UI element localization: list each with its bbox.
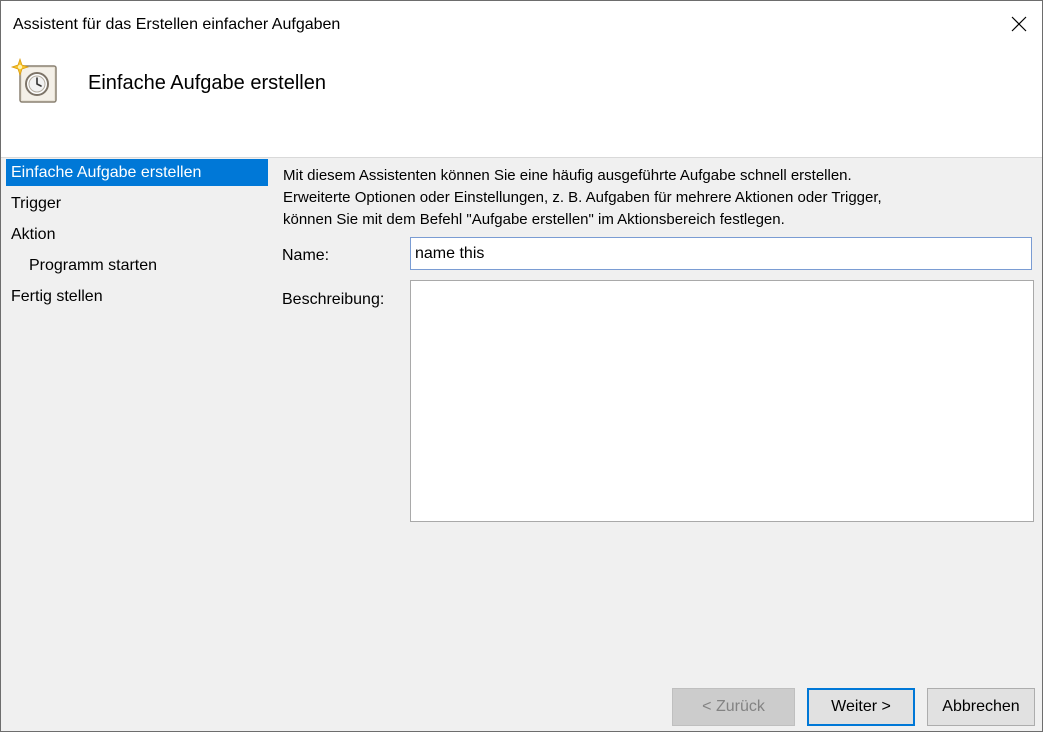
- page-title: Einfache Aufgabe erstellen: [88, 72, 326, 94]
- wizard-dialog: Assistent für das Erstellen einfacher Au…: [0, 0, 1043, 732]
- close-button[interactable]: [996, 1, 1042, 47]
- intro-line: Erweiterte Optionen oder Einstellungen, …: [283, 189, 882, 206]
- next-button[interactable]: Weiter >: [807, 688, 915, 726]
- name-input[interactable]: [410, 237, 1032, 270]
- intro-text: Mit diesem Assistenten können Sie eine h…: [283, 165, 1033, 231]
- cancel-button[interactable]: Abbrechen: [927, 688, 1035, 726]
- back-button[interactable]: < Zurück: [672, 688, 795, 726]
- step-trigger[interactable]: Trigger: [6, 190, 268, 217]
- wizard-header: Einfache Aufgabe erstellen: [1, 49, 1042, 158]
- window-title: Assistent für das Erstellen einfacher Au…: [13, 16, 341, 33]
- step-simple-task[interactable]: Einfache Aufgabe erstellen: [6, 159, 268, 186]
- wizard-step-list: Einfache Aufgabe erstellen Trigger Aktio…: [6, 159, 268, 314]
- step-start-program[interactable]: Programm starten: [6, 252, 268, 279]
- intro-line: können Sie mit dem Befehl "Aufgabe erste…: [283, 211, 785, 228]
- name-label: Name:: [282, 247, 330, 264]
- wizard-content: Mit diesem Assistenten können Sie eine h…: [283, 165, 1033, 231]
- description-input[interactable]: [410, 280, 1034, 522]
- close-icon: [1011, 16, 1027, 32]
- description-label: Beschreibung:: [282, 291, 385, 308]
- step-finish[interactable]: Fertig stellen: [6, 283, 268, 310]
- step-action[interactable]: Aktion: [6, 221, 268, 248]
- title-bar: Assistent für das Erstellen einfacher Au…: [1, 1, 1042, 49]
- intro-line: Mit diesem Assistenten können Sie eine h…: [283, 167, 852, 184]
- task-scheduler-clock-icon: [10, 57, 57, 103]
